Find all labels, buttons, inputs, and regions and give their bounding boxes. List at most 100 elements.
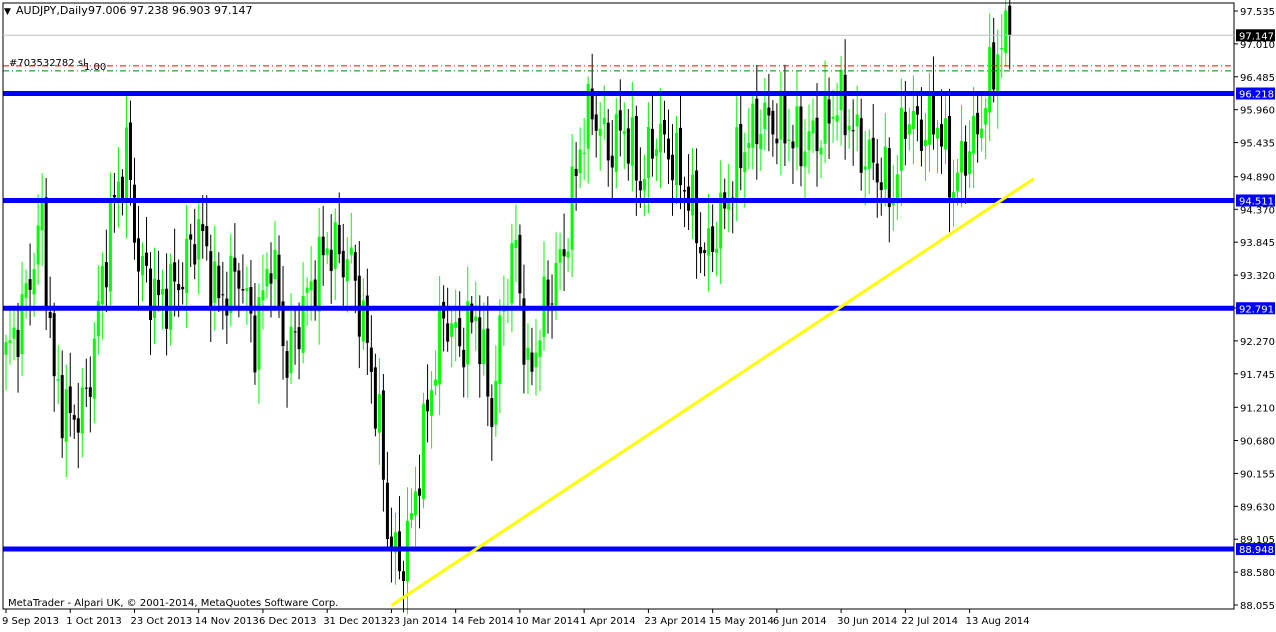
candle-body: [189, 234, 193, 240]
candle-body: [514, 239, 518, 248]
candle: [422, 393, 426, 509]
price-tick-label: 97.535: [1240, 7, 1275, 18]
candle-body: [695, 170, 699, 244]
candle-body: [799, 106, 803, 167]
candle-body: [197, 219, 201, 260]
candle-body: [221, 294, 225, 296]
candle-body: [855, 114, 859, 127]
candle-body: [1000, 47, 1004, 50]
candle-body: [968, 151, 972, 175]
candle-body: [474, 316, 478, 321]
candle-body: [803, 151, 807, 167]
candle-body: [518, 234, 522, 294]
candle-body: [40, 202, 44, 231]
candle-body: [815, 117, 819, 152]
chart-menu-icon[interactable]: ▼: [4, 7, 11, 17]
candle-body: [56, 378, 60, 381]
svg-text:88.948: 88.948: [1239, 545, 1274, 556]
price-tick-label: 91.210: [1240, 403, 1275, 414]
candle-body: [835, 115, 839, 122]
time-tick-label: 30 Jun 2014: [837, 616, 897, 627]
candle-body: [446, 323, 450, 342]
candle-body: [68, 386, 72, 413]
candle-body: [486, 328, 490, 397]
candle-body: [795, 106, 799, 148]
candle-body: [136, 238, 140, 272]
candle-body: [787, 139, 791, 141]
candle-body: [538, 340, 542, 357]
candle-body: [64, 389, 68, 442]
candle-body: [526, 347, 530, 360]
candle-body: [626, 128, 630, 164]
candle-body: [173, 262, 177, 282]
time-tick-label: 1 Oct 2013: [66, 616, 121, 627]
candle-body: [642, 178, 646, 191]
candle-body: [245, 288, 249, 291]
candle-body: [145, 252, 149, 266]
price-tick-label: 88.580: [1240, 568, 1275, 579]
candle-body: [783, 93, 787, 144]
candle-body: [598, 128, 602, 136]
candle-body: [209, 251, 213, 308]
candle-body: [646, 127, 650, 178]
price-tick-label: 95.435: [1240, 139, 1275, 150]
candle-body: [739, 123, 743, 169]
candle-body: [482, 329, 486, 365]
candle-body: [831, 116, 835, 119]
candle-body: [883, 146, 887, 190]
candle-body: [711, 226, 715, 252]
candle-body: [1008, 5, 1012, 36]
candle-body: [767, 107, 771, 116]
candle-body: [747, 143, 751, 148]
candle-body: [349, 247, 353, 255]
candle-body: [863, 166, 867, 170]
candle-body: [369, 347, 373, 372]
candle-body: [618, 110, 622, 131]
copyright-text: MetaTrader - Alpari UK, © 2001-2014, Met…: [8, 598, 338, 609]
candle-body: [927, 95, 931, 145]
time-tick-label: 13 Aug 2014: [966, 616, 1030, 627]
price-tick-label: 92.270: [1240, 337, 1275, 348]
candle-body: [622, 131, 626, 134]
price-tick-label: 96.485: [1240, 73, 1275, 84]
candle-body: [325, 248, 329, 255]
candle-body: [128, 122, 132, 180]
candle-body: [996, 54, 1000, 95]
candle-body: [88, 387, 92, 397]
candle-body: [871, 137, 875, 163]
candle-body: [972, 115, 976, 154]
candle-body: [779, 90, 783, 140]
level-price-tag: 94.511: [1236, 194, 1275, 207]
candle-body: [466, 301, 470, 365]
candle-body: [301, 295, 305, 353]
time-tick-label: 10 Mar 2014: [516, 616, 579, 627]
candle-body: [52, 313, 56, 377]
candle-body: [859, 118, 863, 173]
candle-body: [438, 306, 442, 385]
level-price-tag: 92.791: [1236, 302, 1275, 315]
candle-body: [498, 315, 502, 385]
candle-body: [510, 243, 514, 304]
candle-body: [277, 254, 281, 307]
candle-body: [321, 236, 325, 256]
candle-body: [574, 168, 578, 177]
level-price-tag: 88.948: [1236, 543, 1275, 556]
candle-body: [289, 326, 293, 373]
candle-body: [751, 103, 755, 148]
candle-body: [4, 342, 8, 355]
candle-body: [410, 512, 414, 520]
candle-body: [919, 119, 923, 151]
candle-body: [345, 259, 349, 282]
candle-body: [169, 264, 173, 330]
svg-text:94.511: 94.511: [1239, 196, 1274, 207]
candle-body: [161, 289, 165, 295]
candle-body: [658, 123, 662, 153]
candle-body: [341, 250, 345, 278]
candle-body: [120, 176, 124, 199]
candle-body: [791, 141, 795, 149]
candle-body: [666, 138, 670, 160]
candle-body: [594, 114, 598, 131]
candle-body: [715, 248, 719, 254]
candle-body: [92, 338, 96, 399]
svg-text:96.218: 96.218: [1239, 90, 1274, 101]
